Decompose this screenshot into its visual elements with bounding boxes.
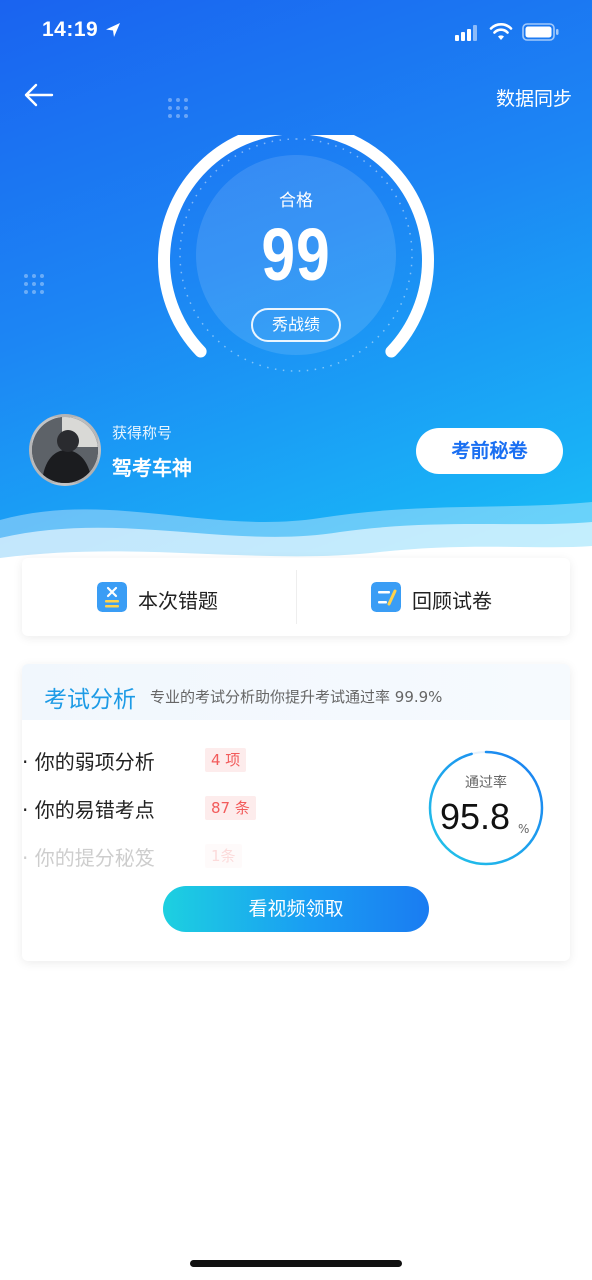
- review-paper-icon: [371, 582, 401, 612]
- pass-status: 合格: [279, 191, 313, 211]
- avatar[interactable]: [29, 414, 101, 486]
- analysis-header: 考试分析 专业的考试分析助你提升考试通过率 99.9%: [22, 664, 570, 720]
- wrong-list-icon: [97, 582, 127, 612]
- pre-exam-secret-button[interactable]: 考前秘卷: [416, 428, 563, 474]
- home-indicator: [190, 1260, 402, 1267]
- analysis-title: 考试分析: [44, 687, 136, 713]
- decor-dots-left: [24, 274, 54, 304]
- analysis-subtitle: 专业的考试分析助你提升考试通过率 99.9%: [150, 688, 443, 706]
- back-arrow-icon[interactable]: [22, 80, 56, 110]
- location-arrow-icon: [106, 23, 120, 37]
- status-time: 14:19: [42, 18, 99, 41]
- analysis-item-label: · 你的易错考点: [22, 798, 155, 822]
- wave-decoration: [0, 502, 592, 560]
- wifi-icon: [489, 23, 513, 40]
- analysis-item-label: · 你的弱项分析: [22, 750, 155, 774]
- review-paper-label: 回顾试卷: [412, 589, 492, 613]
- exam-score: 99: [261, 213, 331, 296]
- status-bar: 14:19: [0, 0, 592, 64]
- pass-rate-unit: %: [518, 822, 530, 836]
- title-caption: 获得称号: [112, 424, 173, 442]
- analysis-item-label: · 你的提分秘笈: [22, 846, 155, 870]
- share-score-button[interactable]: 秀战绩: [251, 308, 341, 342]
- avatar-photo: [32, 417, 98, 483]
- watch-video-claim-button[interactable]: 看视频领取: [163, 886, 429, 932]
- wrong-questions-label: 本次错题: [138, 589, 218, 613]
- battery-icon: [522, 23, 559, 41]
- decor-dots-top: [168, 98, 198, 128]
- title-name: 驾考车神: [112, 456, 192, 480]
- count-badge: 1条: [205, 844, 242, 868]
- count-badge: 4 项: [205, 748, 247, 772]
- review-paper-button[interactable]: 回顾试卷: [296, 558, 570, 636]
- pass-rate-value: 95.8: [440, 796, 511, 837]
- pass-rate-label: 通过率: [465, 775, 507, 791]
- cellular-signal-icon: [455, 25, 477, 41]
- wrong-questions-button[interactable]: 本次错题: [22, 558, 296, 636]
- data-sync-link[interactable]: 数据同步: [496, 84, 572, 111]
- action-card: 本次错题 回顾试卷: [22, 558, 570, 636]
- count-badge: 87 条: [205, 796, 256, 820]
